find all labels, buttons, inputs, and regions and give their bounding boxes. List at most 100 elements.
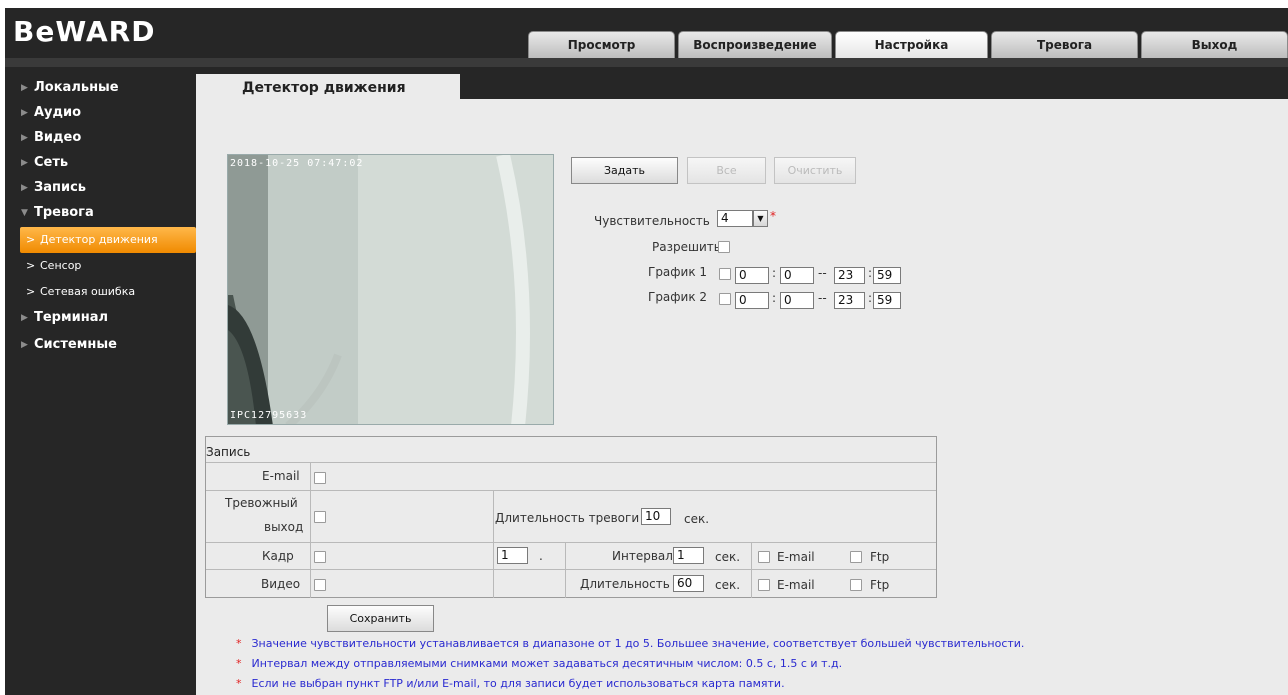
sidebar-item-terminal[interactable]: ▶ Терминал [20,307,196,329]
interval-label: Интервал [612,549,673,563]
sidebar-subitem-network-error[interactable]: > Сетевая ошибка [20,279,196,305]
table-divider [206,462,936,463]
video-ftp-label: Ftp [870,578,890,592]
frame-label: Кадр [262,549,294,563]
frame-count-input[interactable]: 1 [497,547,528,564]
triangle-right-icon: ▶ [21,108,28,118]
schedule2-start-minute[interactable]: 0 [780,292,814,309]
enable-label: Разрешить [652,240,721,254]
video-checkbox[interactable] [314,579,326,591]
alarm-out-label: выход [264,520,304,534]
clear-button[interactable]: Очистить [774,157,856,184]
email-label: E-mail [262,469,300,483]
video-preview[interactable]: 2018-10-25 07:47:02 IPC12795633 [227,154,554,425]
table-divider [493,490,494,598]
table-divider [206,490,936,491]
sidebar-item-label: Аудио [34,105,82,120]
sidebar-item-alarm[interactable]: ▼ Тревога [20,202,196,224]
video-email-checkbox[interactable] [758,579,770,591]
video-duration-input[interactable]: 60 [673,575,704,592]
sidebar-item-system[interactable]: ▶ Системные [20,334,196,356]
sidebar-item-label: Сеть [34,155,69,170]
sidebar-item-network[interactable]: ▶ Сеть [20,152,196,174]
video-duration-label: Длительность [580,577,670,591]
interval-input[interactable]: 1 [673,547,704,564]
sidebar-subitem-label: Детектор движения [40,233,158,246]
chevron-down-icon[interactable]: ▼ [753,210,768,227]
sidebar-subitem-label: Сенсор [40,259,82,272]
sidebar-item-label: Терминал [34,310,109,325]
sidebar-subitem-motion-detector[interactable]: > Детектор движения [20,227,196,253]
sidebar-item-label: Запись [34,180,87,195]
sidebar-item-label: Тревога [34,205,94,220]
dash-separator: -- [818,291,827,305]
set-button[interactable]: Задать [571,157,678,184]
schedule2-start-hour[interactable]: 0 [735,292,769,309]
alarm-duration-input[interactable]: 10 [641,508,671,525]
table-divider [565,542,566,598]
table-divider [751,542,752,598]
chevron-right-icon: > [26,285,36,298]
sidebar-item-video[interactable]: ▶ Видео [20,127,196,149]
help-note: * Интервал между отправляемыми снимками м… [236,657,843,670]
chevron-right-icon: > [26,259,36,272]
frame-email-checkbox[interactable] [758,551,770,563]
save-button[interactable]: Сохранить [327,605,434,632]
top-bar [5,58,1288,67]
frame-checkbox[interactable] [314,551,326,563]
schedule2-end-hour[interactable]: 23 [834,292,865,309]
schedule1-end-hour[interactable]: 23 [834,267,865,284]
video-ftp-checkbox[interactable] [850,579,862,591]
help-note-text: Значение чувствительности устанавливаетс… [251,637,1025,650]
tab-settings[interactable]: Настройка [835,31,988,58]
chevron-right-icon: > [26,233,36,246]
sensitivity-select[interactable]: 4 [717,210,753,227]
help-note-text: Если не выбран пункт FTP и/или E-mail, т… [251,677,785,690]
sidebar-item-local[interactable]: ▶ Локальные [20,77,196,99]
sidebar-item-audio[interactable]: ▶ Аудио [20,102,196,124]
sidebar-item-label: Видео [34,130,82,145]
help-note: * Если не выбран пункт FTP и/или E-mail, … [236,677,785,690]
schedule1-start-minute[interactable]: 0 [780,267,814,284]
sidebar-item-label: Локальные [34,80,119,95]
sidebar-item-label: Системные [34,337,117,352]
colon-separator: : [772,266,777,280]
email-checkbox[interactable] [314,472,326,484]
sidebar-subitem-label: Сетевая ошибка [40,285,136,298]
table-divider [310,462,311,598]
triangle-right-icon: ▶ [21,158,28,168]
enable-checkbox[interactable] [718,241,730,253]
video-camera-label: IPC12795633 [230,410,308,421]
tab-view[interactable]: Просмотр [528,31,675,58]
schedule1-checkbox[interactable] [719,268,731,280]
table-divider [206,542,936,543]
sidebar-item-record[interactable]: ▶ Запись [20,177,196,199]
frame-ftp-checkbox[interactable] [850,551,862,563]
help-note-text: Интервал между отправляемыми снимками мо… [251,657,843,670]
tab-playback[interactable]: Воспроизведение [678,31,832,58]
triangle-right-icon: ▶ [21,340,28,350]
video-email-label: E-mail [777,578,815,592]
schedule2-end-minute[interactable]: 59 [873,292,901,309]
alarm-out-checkbox[interactable] [314,511,326,523]
sec-label: сек. [715,578,741,592]
alarm-out-label: Тревожный [225,496,298,510]
schedule2-checkbox[interactable] [719,293,731,305]
colon-separator: : [772,291,777,305]
frame-ftp-label: Ftp [870,550,890,564]
schedule1-end-minute[interactable]: 59 [873,267,901,284]
all-button[interactable]: Все [687,157,766,184]
dot-label: . [539,549,543,563]
colon-separator: : [868,266,873,280]
content-tab-title: Детектор движения [196,74,460,100]
record-title: Запись [206,445,251,459]
tab-exit[interactable]: Выход [1141,31,1288,58]
table-divider [206,569,936,570]
video-timestamp: 2018-10-25 07:47:02 [230,158,364,169]
sensitivity-label: Чувствительность [594,214,710,228]
sidebar-subitem-sensor[interactable]: > Сенсор [20,253,196,279]
alarm-duration-label: Длительность тревоги [495,511,640,525]
help-notes: * Значение чувствительности устанавливает… [236,634,1024,694]
tab-alarm[interactable]: Тревога [991,31,1138,58]
schedule1-start-hour[interactable]: 0 [735,267,769,284]
